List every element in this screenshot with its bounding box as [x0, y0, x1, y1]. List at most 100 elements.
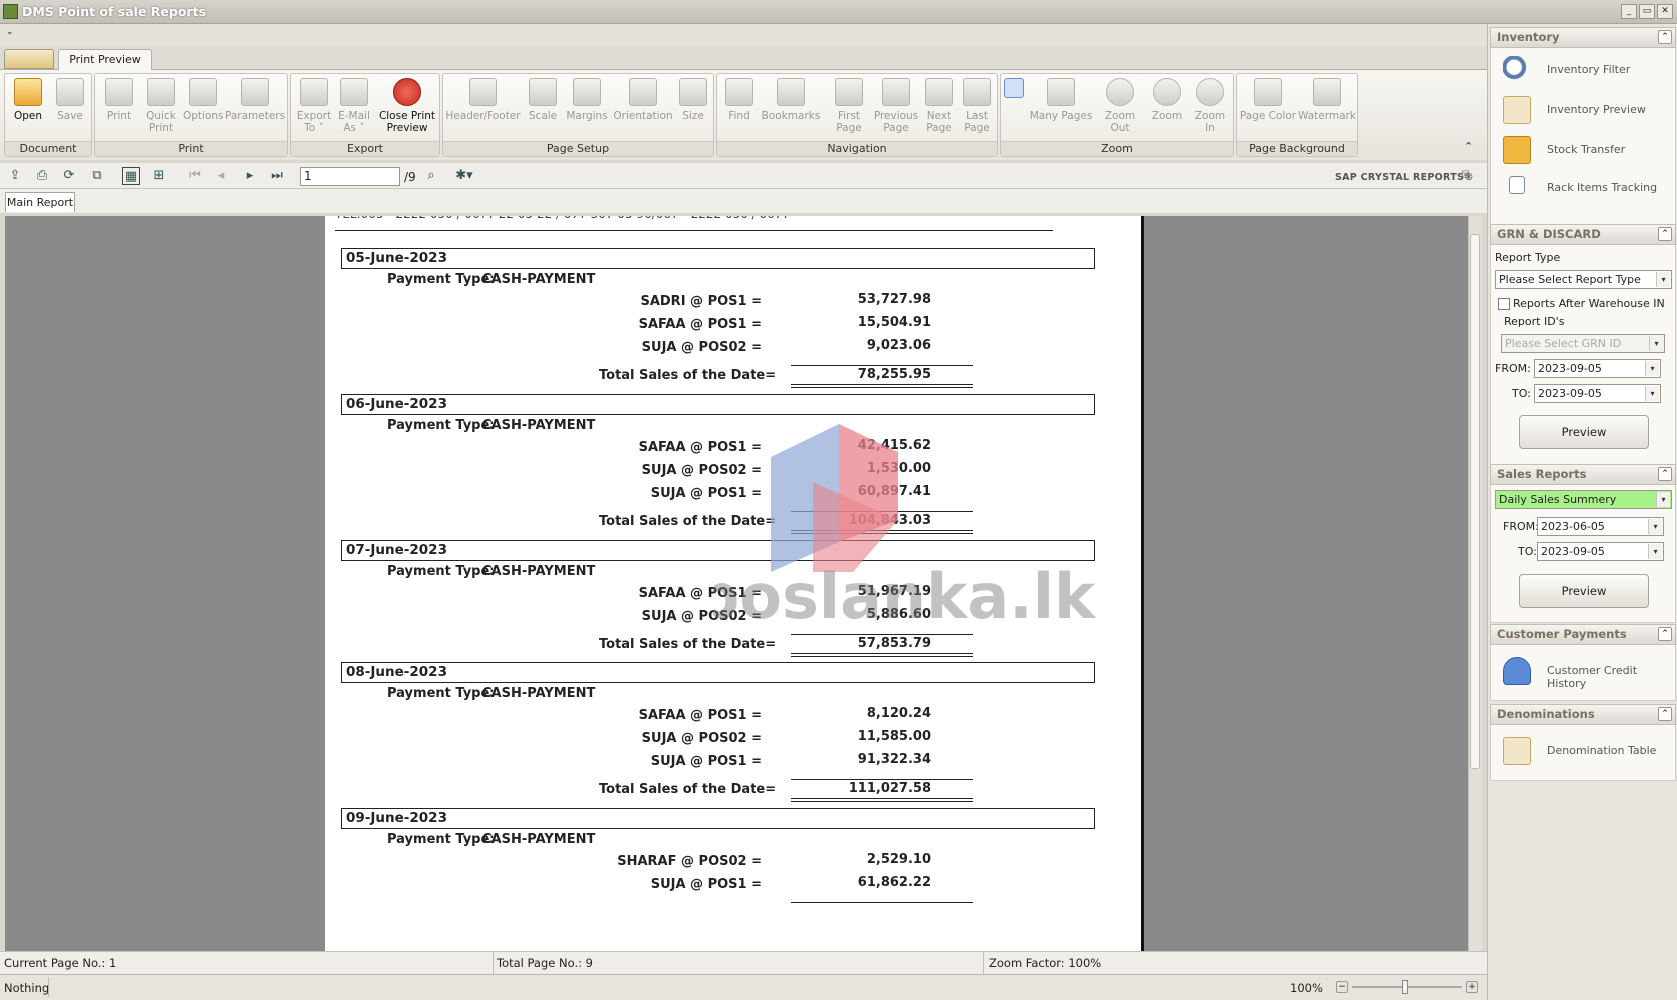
- collapse-ribbon-icon[interactable]: ⌃: [1464, 140, 1473, 153]
- collapse-icon[interactable]: ⌃: [1658, 707, 1672, 721]
- orientation-button[interactable]: Orientation: [611, 76, 675, 122]
- scale-button[interactable]: Scale: [523, 76, 563, 122]
- stock-transfer-link[interactable]: Stock Transfer: [1547, 143, 1625, 156]
- last-page-button[interactable]: Last Page: [959, 76, 995, 134]
- zoom-out-button[interactable]: Zoom Out: [1095, 76, 1145, 134]
- copy-icon[interactable]: ⧉: [88, 167, 106, 185]
- cashier-pos-label: SUJA @ POS02 =: [641, 609, 762, 624]
- first-page-button[interactable]: First Page: [829, 76, 869, 134]
- sales-to-date[interactable]: 2023-09-05 ▾: [1537, 542, 1664, 561]
- email-as-button[interactable]: E-Mail As ˅: [335, 76, 373, 134]
- rack-items-tracking-link[interactable]: Rack Items Tracking: [1547, 181, 1657, 194]
- report-type-select[interactable]: Please Select Report Type ▾: [1495, 270, 1672, 289]
- header-footer-button[interactable]: Header/Footer: [445, 76, 521, 122]
- sales-preview-button[interactable]: Preview: [1519, 574, 1649, 608]
- grn-from-date[interactable]: 2023-09-05 ▾: [1534, 359, 1661, 378]
- sales-amount: 15,504.91: [857, 315, 931, 330]
- warehouse-checkbox[interactable]: [1498, 298, 1510, 310]
- page-color-button[interactable]: Page Color: [1239, 76, 1297, 122]
- customer-payments-header[interactable]: Customer Payments ⌃: [1490, 624, 1676, 645]
- payment-type-label: Payment Type:: [387, 686, 495, 701]
- toggle-group-tree-icon[interactable]: ▦: [122, 167, 140, 185]
- qat-chevron-icon[interactable]: ⌄: [6, 27, 14, 37]
- status-text: Nothing: [4, 981, 50, 995]
- denominations-header[interactable]: Denominations ⌃: [1490, 704, 1676, 725]
- quick-print-button[interactable]: Quick Print: [141, 76, 181, 134]
- group-tree-icon[interactable]: ⊞: [150, 167, 168, 185]
- next-page-button[interactable]: Next Page: [921, 76, 957, 134]
- open-button[interactable]: Open: [9, 76, 47, 122]
- close-window-button[interactable]: ✕: [1657, 4, 1673, 19]
- export-to-button[interactable]: Export To ˅: [295, 76, 333, 134]
- parameters-button[interactable]: Parameters: [225, 76, 285, 122]
- sales-amount: 9,023.06: [866, 338, 931, 353]
- zoom-in-button[interactable]: Zoom In: [1189, 76, 1231, 134]
- report-chart-icon: [1503, 96, 1531, 124]
- restore-button[interactable]: ▭: [1639, 4, 1655, 19]
- quick-access-toolbar: ⌄: [0, 24, 1487, 46]
- zoom-minus-button[interactable]: −: [1336, 981, 1348, 993]
- last-page-icon[interactable]: ⏭: [268, 167, 286, 185]
- total-sales-label: Total Sales of the Date=: [599, 637, 777, 652]
- sales-report-select[interactable]: Daily Sales Summery ▾: [1495, 490, 1672, 509]
- size-button[interactable]: Size: [675, 76, 711, 122]
- customer-icon: [1503, 657, 1531, 685]
- total-double-rule: [791, 798, 973, 802]
- print-button[interactable]: Print: [99, 76, 139, 122]
- tab-main-report[interactable]: Main Report: [5, 192, 75, 212]
- page-number-input[interactable]: 1: [300, 167, 400, 186]
- find-icon[interactable]: ⌕: [422, 167, 440, 185]
- margins-button[interactable]: Margins: [565, 76, 609, 122]
- find-button[interactable]: Find: [719, 76, 759, 122]
- refresh-icon[interactable]: ⟳: [60, 167, 78, 185]
- watermark-button[interactable]: Watermark: [1297, 76, 1357, 122]
- app-menu-button[interactable]: [4, 49, 54, 69]
- status-bar: Nothing 100% − +: [0, 974, 1487, 1000]
- scrollbar-thumb[interactable]: [1470, 234, 1480, 769]
- grn-preview-button[interactable]: Preview: [1519, 415, 1649, 449]
- close-print-preview-button[interactable]: Close Print Preview: [377, 76, 437, 134]
- zoom-dropdown-icon[interactable]: ✱▾: [450, 167, 478, 185]
- next-page-icon[interactable]: ▸: [241, 167, 259, 185]
- sales-from-date[interactable]: 2023-06-05 ▾: [1537, 517, 1664, 536]
- inventory-preview-link[interactable]: Inventory Preview: [1547, 103, 1646, 116]
- grn-id-select[interactable]: Please Select GRN ID ▾: [1501, 334, 1665, 353]
- many-pages-button[interactable]: Many Pages: [1029, 76, 1093, 122]
- report-chart-icon: [1503, 737, 1531, 765]
- collapse-icon[interactable]: ⌃: [1658, 30, 1672, 44]
- minimize-button[interactable]: _: [1621, 4, 1637, 19]
- collapse-icon[interactable]: ⌃: [1658, 627, 1672, 641]
- tab-print-preview[interactable]: Print Preview: [58, 49, 152, 71]
- cashier-pos-label: SAFAA @ POS1 =: [638, 586, 762, 601]
- cashier-pos-label: SADRI @ POS1 =: [640, 294, 762, 309]
- save-button[interactable]: Save: [51, 76, 89, 122]
- zoom-button[interactable]: Zoom: [1147, 76, 1187, 122]
- close-tab-icon[interactable]: ☒: [1461, 170, 1470, 181]
- collapse-icon[interactable]: ⌃: [1658, 467, 1672, 481]
- grn-header[interactable]: GRN & DISCARD ⌃: [1490, 224, 1676, 245]
- inventory-filter-link[interactable]: Inventory Filter: [1547, 63, 1630, 76]
- previous-page-button[interactable]: Previous Page: [871, 76, 921, 134]
- pointer-tool[interactable]: [1003, 76, 1025, 102]
- orientation-icon: [629, 78, 657, 106]
- zoom-plus-button[interactable]: +: [1466, 981, 1478, 993]
- date-header: 05-June-2023: [341, 248, 1095, 269]
- prev-page-icon[interactable]: ◂: [212, 167, 230, 185]
- options-button[interactable]: Options: [183, 76, 224, 122]
- bookmarks-button[interactable]: Bookmarks: [761, 76, 821, 122]
- sales-reports-header[interactable]: Sales Reports ⌃: [1490, 464, 1676, 485]
- first-page-icon[interactable]: ⏮: [186, 167, 204, 185]
- denomination-table-link[interactable]: Denomination Table: [1547, 744, 1656, 757]
- grn-to-date[interactable]: 2023-09-05 ▾: [1534, 384, 1661, 403]
- zoom-slider-thumb[interactable]: [1402, 980, 1408, 994]
- first-page-icon: [835, 78, 863, 106]
- collapse-icon[interactable]: ⌃: [1658, 227, 1672, 241]
- print-icon[interactable]: ⎙: [33, 167, 51, 185]
- report-viewer[interactable]: TEL:065 - 2222 050 / 0677 22 05 22 / 077…: [5, 216, 1482, 951]
- sales-amount: 8,120.24: [866, 706, 931, 721]
- inventory-header[interactable]: Inventory ⌃: [1490, 27, 1676, 48]
- group-print: Print Quick Print Options Parameters Prin…: [94, 73, 288, 157]
- export-icon[interactable]: ⇪: [6, 167, 24, 185]
- total-double-rule: [791, 530, 973, 534]
- customer-credit-history-link[interactable]: Customer Credit History: [1547, 664, 1675, 690]
